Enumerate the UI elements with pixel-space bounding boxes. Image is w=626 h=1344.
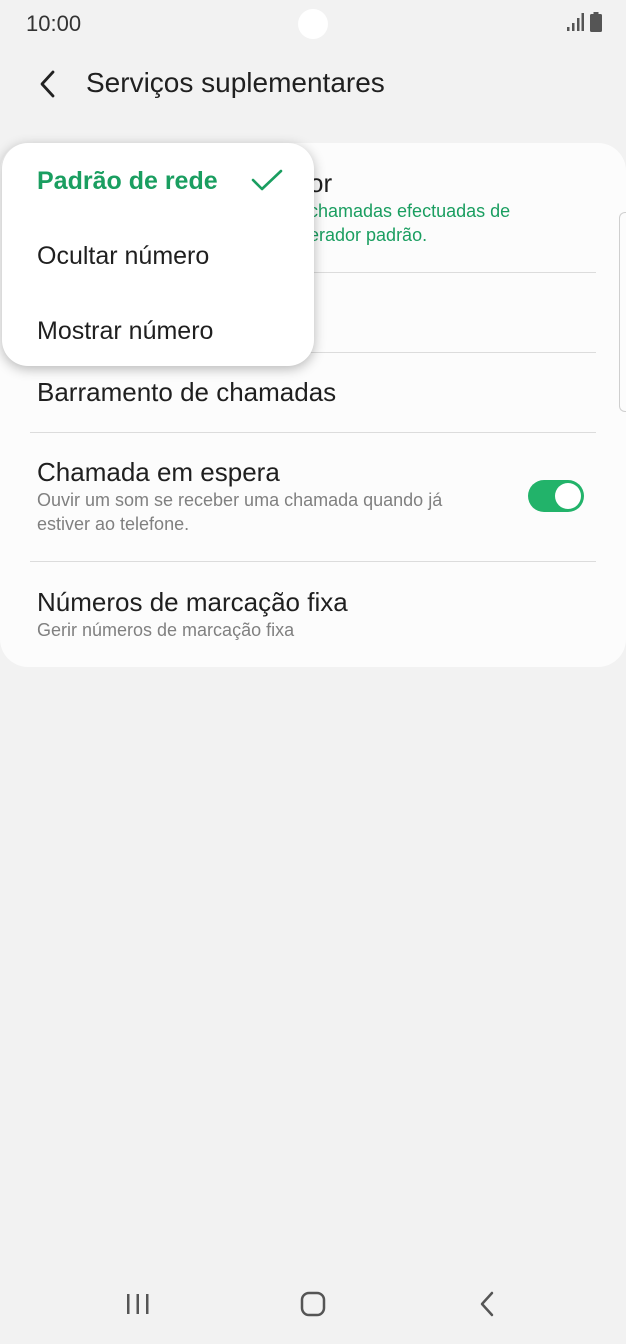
status-time: 10:00 <box>26 11 82 36</box>
chevron-left-icon <box>40 70 55 98</box>
home-button[interactable] <box>283 1278 343 1330</box>
navigation-bar <box>0 1264 626 1344</box>
status-icons <box>566 12 602 32</box>
home-icon <box>300 1291 326 1317</box>
divider <box>30 561 596 562</box>
popup-option-hide-number[interactable]: Ocultar número <box>37 242 209 271</box>
fixed-dialing-subtitle: Gerir números de marcação fixa <box>37 620 295 640</box>
call-waiting-title: Chamada em espera <box>37 457 280 487</box>
call-waiting-toggle[interactable] <box>528 480 584 512</box>
camera-cutout <box>298 9 328 39</box>
call-barring-title: Barramento de chamadas <box>37 377 337 407</box>
back-icon <box>480 1291 494 1317</box>
call-barring-row[interactable]: Barramento de chamadas <box>37 376 596 408</box>
fixed-dialing-row[interactable]: Números de marcação fixa Gerir números d… <box>37 586 596 642</box>
recents-icon <box>127 1294 149 1314</box>
call-waiting-subtitle-line2: estiver ao telefone. <box>37 514 190 534</box>
battery-icon <box>590 12 602 32</box>
toggle-knob <box>555 483 581 509</box>
app-header: Serviços suplementares <box>0 56 626 112</box>
popup-option-network-default[interactable]: Padrão de rede <box>37 167 218 196</box>
back-button[interactable] <box>28 64 68 104</box>
page-title: Serviços suplementares <box>86 67 385 98</box>
check-icon <box>251 169 283 191</box>
nav-back-button[interactable] <box>458 1278 518 1330</box>
call-waiting-row[interactable]: Chamada em espera Ouvir um som se recebe… <box>37 456 486 536</box>
call-waiting-subtitle-line1: Ouvir um som se receber uma chamada quan… <box>37 490 443 510</box>
status-bar: 10:00 <box>0 0 626 48</box>
popup-option-show-number[interactable]: Mostrar número <box>37 317 213 346</box>
divider <box>30 432 596 433</box>
recents-button[interactable] <box>108 1278 168 1330</box>
fixed-dialing-title: Números de marcação fixa <box>37 587 348 617</box>
scroll-indicator <box>619 212 626 412</box>
signal-icon <box>567 13 584 31</box>
